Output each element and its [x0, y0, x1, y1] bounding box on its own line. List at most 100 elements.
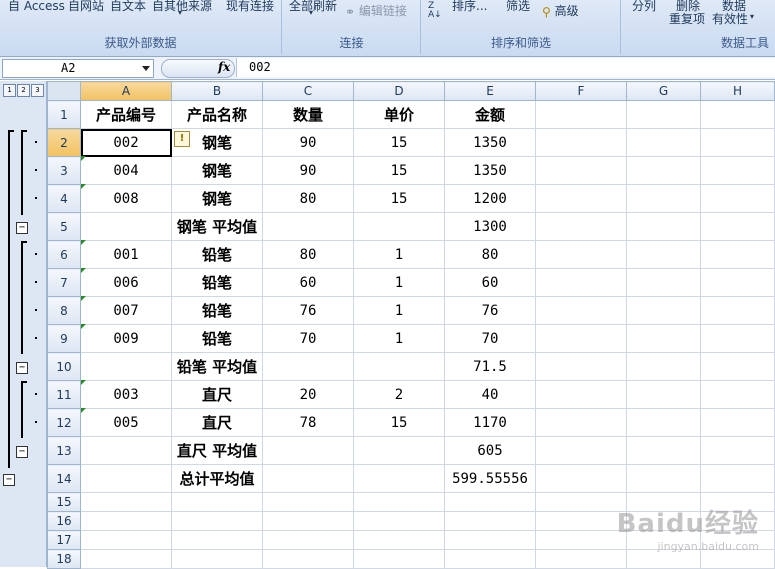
- cell-e13[interactable]: 605: [444, 436, 536, 465]
- sort-button[interactable]: 排序...: [452, 0, 487, 14]
- cell-g4[interactable]: [626, 184, 701, 213]
- cell-a2[interactable]: 002: [80, 128, 172, 157]
- cell-h10[interactable]: [700, 352, 775, 381]
- cell-g6[interactable]: [626, 240, 701, 269]
- cell-e3[interactable]: 1350: [444, 156, 536, 185]
- cell-e17[interactable]: [444, 530, 536, 550]
- cell-f18[interactable]: [535, 549, 627, 569]
- cell-e4[interactable]: 1200: [444, 184, 536, 213]
- cell-h9[interactable]: [700, 324, 775, 353]
- cell-a18[interactable]: [80, 549, 172, 569]
- cell-d12[interactable]: 15: [353, 408, 445, 437]
- advanced-filter-button[interactable]: ⚲ 高级: [542, 2, 579, 19]
- from-web-button[interactable]: 自网站: [68, 0, 104, 14]
- cell-f16[interactable]: [535, 511, 627, 531]
- cell-f15[interactable]: [535, 492, 627, 512]
- cell-c11[interactable]: 20: [262, 380, 354, 409]
- cell-h14[interactable]: [700, 464, 775, 493]
- cell-a17[interactable]: [80, 530, 172, 550]
- cell-c18[interactable]: [262, 549, 354, 569]
- cell-e12[interactable]: 1170: [444, 408, 536, 437]
- row-header[interactable]: 11: [47, 380, 81, 409]
- cell-d4[interactable]: 15: [353, 184, 445, 213]
- cell-e10[interactable]: 71.5: [444, 352, 536, 381]
- column-header-h[interactable]: H: [700, 81, 775, 101]
- cell-g2[interactable]: [626, 128, 701, 157]
- column-header-f[interactable]: F: [535, 81, 627, 101]
- cell-f4[interactable]: [535, 184, 627, 213]
- cell-c3[interactable]: 90: [262, 156, 354, 185]
- cell-f3[interactable]: [535, 156, 627, 185]
- cell-c1[interactable]: 数量: [262, 100, 354, 129]
- cell-c15[interactable]: [262, 492, 354, 512]
- cell-g9[interactable]: [626, 324, 701, 353]
- cell-f11[interactable]: [535, 380, 627, 409]
- select-all-corner[interactable]: [47, 81, 81, 101]
- cell-e1[interactable]: 金额: [444, 100, 536, 129]
- cell-d3[interactable]: 15: [353, 156, 445, 185]
- cell-b10[interactable]: 铅笔 平均值: [171, 352, 263, 381]
- cell-b15[interactable]: [171, 492, 263, 512]
- cell-b3[interactable]: 钢笔: [171, 156, 263, 185]
- cell-a14[interactable]: [80, 464, 172, 493]
- cell-c13[interactable]: [262, 436, 354, 465]
- collapse-group3-button[interactable]: −: [16, 446, 28, 458]
- cell-f14[interactable]: [535, 464, 627, 493]
- cell-a15[interactable]: [80, 492, 172, 512]
- cell-a8[interactable]: 007: [80, 296, 172, 325]
- cell-g8[interactable]: [626, 296, 701, 325]
- row-header[interactable]: 16: [47, 511, 81, 531]
- row-header[interactable]: 9: [47, 324, 81, 353]
- from-access-button[interactable]: 自 Access: [8, 0, 65, 14]
- cell-e9[interactable]: 70: [444, 324, 536, 353]
- cell-c17[interactable]: [262, 530, 354, 550]
- chevron-down-icon[interactable]: ▾: [750, 12, 754, 21]
- row-header[interactable]: 5: [47, 212, 81, 241]
- cell-c5[interactable]: [262, 212, 354, 241]
- cell-d10[interactable]: [353, 352, 445, 381]
- outline-level-3-button[interactable]: 3: [31, 84, 44, 97]
- cell-b5[interactable]: 钢笔 平均值: [171, 212, 263, 241]
- cell-f12[interactable]: [535, 408, 627, 437]
- cell-f6[interactable]: [535, 240, 627, 269]
- cell-f5[interactable]: [535, 212, 627, 241]
- edit-links-button[interactable]: ⚭ 编辑链接: [345, 2, 407, 19]
- cell-e15[interactable]: [444, 492, 536, 512]
- cell-e16[interactable]: [444, 511, 536, 531]
- cell-d18[interactable]: [353, 549, 445, 569]
- cell-b18[interactable]: [171, 549, 263, 569]
- cell-a16[interactable]: [80, 511, 172, 531]
- cell-d16[interactable]: [353, 511, 445, 531]
- from-text-button[interactable]: 自文本: [110, 0, 146, 14]
- cell-g1[interactable]: [626, 100, 701, 129]
- cell-b16[interactable]: [171, 511, 263, 531]
- cell-h7[interactable]: [700, 268, 775, 297]
- cell-b12[interactable]: 直尺: [171, 408, 263, 437]
- chevron-down-icon[interactable]: ▾: [178, 8, 182, 17]
- cell-f2[interactable]: [535, 128, 627, 157]
- existing-connections-button[interactable]: 现有连接: [226, 0, 274, 14]
- cell-h12[interactable]: [700, 408, 775, 437]
- cell-c9[interactable]: 70: [262, 324, 354, 353]
- cell-b1[interactable]: 产品名称: [171, 100, 263, 129]
- cell-f10[interactable]: [535, 352, 627, 381]
- cell-f13[interactable]: [535, 436, 627, 465]
- column-header-b[interactable]: B: [171, 81, 263, 101]
- collapse-total-button[interactable]: −: [3, 474, 15, 486]
- collapse-group2-button[interactable]: −: [16, 362, 28, 374]
- cell-c14[interactable]: [262, 464, 354, 493]
- cell-b14[interactable]: 总计平均值: [171, 464, 263, 493]
- cell-a11[interactable]: 003: [80, 380, 172, 409]
- cell-g12[interactable]: [626, 408, 701, 437]
- cell-b17[interactable]: [171, 530, 263, 550]
- cell-a6[interactable]: 001: [80, 240, 172, 269]
- cell-a10[interactable]: [80, 352, 172, 381]
- cell-b8[interactable]: 铅笔: [171, 296, 263, 325]
- row-header[interactable]: 7: [47, 268, 81, 297]
- cell-d17[interactable]: [353, 530, 445, 550]
- cell-f1[interactable]: [535, 100, 627, 129]
- cell-b9[interactable]: 铅笔: [171, 324, 263, 353]
- cell-h2[interactable]: [700, 128, 775, 157]
- cell-h3[interactable]: [700, 156, 775, 185]
- row-header[interactable]: 17: [47, 530, 81, 550]
